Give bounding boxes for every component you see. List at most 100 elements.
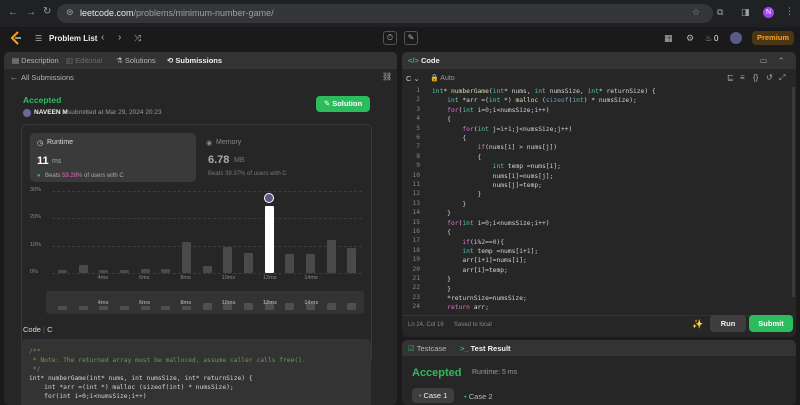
chart-bar[interactable] bbox=[285, 253, 295, 273]
overview-bar bbox=[243, 303, 253, 310]
submit-button[interactable]: Submit bbox=[749, 315, 793, 332]
next-problem-icon[interactable]: › bbox=[118, 32, 121, 43]
line-number: 16 bbox=[412, 228, 420, 235]
overview-label: 12ms bbox=[263, 300, 278, 306]
tab-test-result[interactable]: >_ Test Result bbox=[460, 344, 511, 353]
chart-bar[interactable] bbox=[119, 270, 129, 273]
solution-button[interactable]: ✎ Solution bbox=[316, 96, 370, 112]
chart-x-axis: 4ms 6ms 8ms 10ms 12ms 14ms bbox=[52, 275, 362, 285]
save-status: Saved to local bbox=[454, 322, 492, 328]
profile-avatar[interactable]: N bbox=[763, 7, 774, 18]
editor-collapse-icon[interactable]: ⌃ bbox=[778, 56, 784, 65]
test-panel: ☑ Testcase >_ Test Result Accepted Runti… bbox=[402, 340, 796, 405]
bookmark-icon[interactable]: ⊑ bbox=[727, 73, 734, 82]
chart-bar[interactable] bbox=[347, 248, 357, 273]
y-tick-label: 30% bbox=[30, 187, 42, 193]
memory-value: 6.78 bbox=[208, 154, 230, 166]
timer-icon[interactable]: ⏱ bbox=[383, 31, 397, 45]
tab-description[interactable]: ▤ Description bbox=[12, 56, 59, 65]
layout-icon[interactable]: ▦ bbox=[664, 33, 673, 44]
editor-expand-icon[interactable]: ▭ bbox=[760, 56, 767, 65]
case-1-tab[interactable]: • Case 1 bbox=[412, 388, 454, 403]
language-select[interactable]: C ⌄ bbox=[406, 74, 420, 83]
user-avatar[interactable] bbox=[730, 32, 742, 44]
code-editor[interactable]: int* numberGame(int* nums, int numsSize,… bbox=[432, 87, 656, 313]
line-number: 2 bbox=[416, 96, 420, 104]
chart-bar[interactable] bbox=[57, 270, 67, 273]
gridline bbox=[52, 218, 362, 220]
premium-button[interactable]: Premium bbox=[752, 31, 794, 45]
format-icon[interactable]: ≡ bbox=[740, 73, 745, 82]
editor-scrollbar[interactable] bbox=[792, 87, 795, 297]
chart-bar[interactable] bbox=[243, 252, 253, 273]
tab-editorial[interactable]: ▥ Editorial bbox=[66, 56, 102, 65]
my-submission-marker[interactable] bbox=[264, 193, 274, 204]
prev-problem-icon[interactable]: ‹ bbox=[101, 32, 104, 43]
chart-bar[interactable] bbox=[181, 241, 191, 273]
test-result-status: Accepted bbox=[412, 367, 462, 379]
bookmark-star-icon[interactable]: ☆ bbox=[692, 7, 700, 18]
line-number: 6 bbox=[416, 134, 420, 141]
all-submissions-link[interactable]: All Submissions bbox=[21, 73, 74, 82]
settings-gear-icon[interactable]: ⚙ bbox=[686, 33, 694, 44]
share-link-icon[interactable]: ⛓ bbox=[382, 72, 392, 81]
shuffle-icon[interactable]: ⤨ bbox=[134, 33, 141, 44]
problem-list-link[interactable]: Problem List bbox=[49, 34, 97, 43]
chart-bar[interactable] bbox=[140, 268, 150, 273]
run-button[interactable]: Run bbox=[710, 315, 746, 332]
test-runtime: Runtime: 5 ms bbox=[472, 369, 518, 376]
tab-submissions[interactable]: ⟲ Submissions bbox=[167, 56, 222, 65]
chart-bar[interactable] bbox=[326, 240, 336, 273]
line-number: 23 bbox=[412, 293, 420, 301]
forward-icon[interactable]: → bbox=[26, 7, 36, 18]
extensions-icon[interactable]: ⧉ bbox=[717, 7, 723, 18]
overview-label: 10ms bbox=[221, 300, 236, 306]
streak-fire-icon: ♨ bbox=[705, 34, 713, 43]
x-tick-label: 8ms bbox=[180, 275, 191, 281]
chart-bar[interactable] bbox=[223, 247, 233, 273]
leetcode-logo-icon[interactable] bbox=[10, 31, 22, 45]
line-number: 10 bbox=[412, 171, 420, 179]
reload-icon[interactable]: ↻ bbox=[43, 6, 51, 17]
gridline bbox=[52, 273, 362, 274]
overview-bar bbox=[326, 303, 336, 310]
case-2-tab[interactable]: • Case 2 bbox=[464, 392, 493, 401]
reset-icon[interactable]: ↺ bbox=[766, 73, 773, 82]
chart-bar[interactable] bbox=[78, 264, 88, 273]
x-tick-label: 12ms bbox=[263, 275, 277, 281]
fullscreen-icon[interactable]: ⤢ bbox=[779, 73, 785, 83]
chart-bar[interactable] bbox=[161, 268, 171, 273]
notes-icon[interactable]: ✎ bbox=[404, 31, 418, 45]
runtime-box[interactable]: ◷ Runtime 11 ms ● Beats 59.28% of users … bbox=[30, 133, 196, 182]
tab-solutions[interactable]: ⚗ Solutions bbox=[116, 56, 156, 65]
line-number: 11 bbox=[412, 181, 420, 188]
tab-testcase[interactable]: ☑ Testcase bbox=[408, 344, 446, 353]
ai-assist-icon[interactable]: ✨ bbox=[692, 319, 703, 330]
chart-bar[interactable] bbox=[99, 270, 109, 273]
auto-mode[interactable]: 🔒 Auto bbox=[430, 74, 455, 82]
braces-icon[interactable]: {} bbox=[753, 73, 758, 82]
overview-label: 4ms bbox=[97, 300, 109, 306]
x-tick-label: 10ms bbox=[221, 275, 236, 281]
menu-dots-icon[interactable]: ⋮ bbox=[785, 6, 794, 17]
code-tab[interactable]: </> Code bbox=[408, 56, 440, 65]
site-info-icon[interactable]: ⊜ bbox=[66, 7, 74, 18]
submitted-time: submitted at Mar 29, 2024 20:23 bbox=[68, 109, 162, 116]
overview-bar bbox=[161, 305, 171, 310]
line-number: 7 bbox=[416, 143, 420, 151]
back-arrow-icon[interactable]: ← bbox=[10, 73, 18, 82]
memory-label: Memory bbox=[216, 139, 242, 146]
x-tick-label: 6ms bbox=[139, 275, 150, 281]
submitted-code-block: /** * Note: The returned array must be m… bbox=[21, 339, 371, 405]
chart-bar[interactable] bbox=[202, 266, 212, 273]
chart-bar-current[interactable] bbox=[264, 206, 274, 273]
problem-list-icon[interactable]: ☰ bbox=[35, 34, 42, 43]
chart-bar[interactable] bbox=[305, 253, 315, 273]
submitter-name[interactable]: NAVEEN M bbox=[34, 109, 68, 116]
line-number: 15 bbox=[412, 218, 420, 226]
streak-count: 0 bbox=[714, 34, 719, 43]
line-number: 20 bbox=[412, 265, 420, 273]
sidepanel-icon[interactable]: ◨ bbox=[741, 7, 750, 18]
back-icon[interactable]: ← bbox=[8, 7, 18, 18]
memory-unit: MB bbox=[234, 157, 245, 164]
